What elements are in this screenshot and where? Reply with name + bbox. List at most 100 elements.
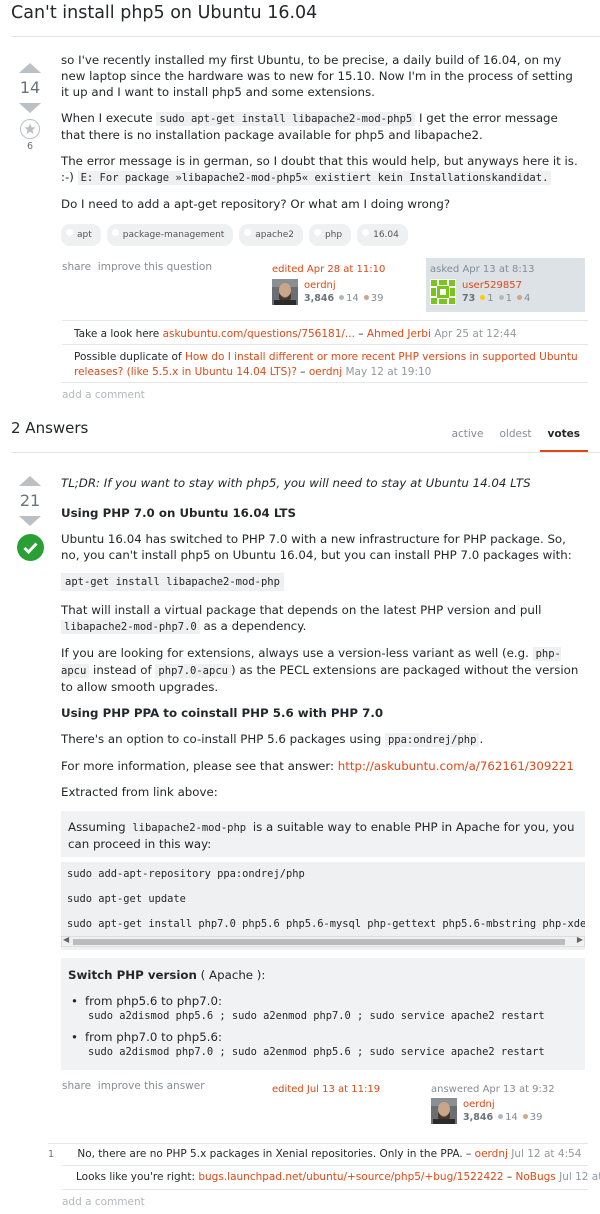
add-comment-link[interactable]: add a comment	[62, 389, 145, 401]
answer-post-menu: share improve this answer	[62, 1080, 205, 1092]
add-comment-link[interactable]: add a comment	[62, 1196, 145, 1208]
answers-count: 2 Answers	[11, 419, 89, 437]
question-vote-cell: 14 6	[12, 63, 48, 152]
question-paragraph-4: Do I need to add a apt-get repository? O…	[61, 197, 451, 211]
question-body: so I've recently installed my first Ubun…	[61, 52, 581, 246]
comment-divider	[62, 1189, 588, 1190]
bronze-badge-icon	[522, 1114, 528, 1119]
horizontal-scrollbar[interactable]: ◀ ▶	[61, 935, 585, 947]
list-item: • from php7.0 to php5.6: sudo a2dismod p…	[71, 1030, 545, 1058]
question-paragraph-3: The error message is in german, so I dou…	[61, 154, 578, 185]
answer-paragraph-6: Extracted from link above:	[61, 785, 218, 799]
command-2: sudo apt-get update	[61, 893, 585, 905]
answers-divider	[11, 452, 600, 453]
accepted-check-icon	[16, 534, 44, 561]
downvote-icon[interactable]	[19, 516, 41, 526]
answer-heading-2: Using PHP PPA to coinstall PHP 5.6 with …	[61, 706, 384, 720]
upvote-icon[interactable]	[19, 63, 41, 73]
comment-item: Possible duplicate of How do I install d…	[74, 351, 578, 378]
blockquote: Assuming libapache2-mod-php is a suitabl…	[61, 811, 585, 857]
answer-body: TL;DR: If you want to stay with php5, yo…	[61, 475, 581, 810]
answer-paragraph-4: There's an option to co-install PHP 5.6 …	[61, 732, 484, 747]
command-1: sudo add-apt-repository ppa:ondrej/php	[61, 868, 585, 880]
upvote-icon[interactable]	[19, 476, 41, 486]
tab-oldest[interactable]: oldest	[491, 424, 539, 452]
silver-badge-icon	[498, 1114, 504, 1119]
answer-edited-time[interactable]: edited Jul 13 at 11:19	[272, 1083, 380, 1096]
silver-badge-icon	[339, 295, 345, 300]
tag-apt[interactable]: apt	[61, 224, 101, 246]
answer-paragraph-3: If you are looking for extensions, alway…	[61, 646, 579, 694]
comment-divider	[62, 1165, 588, 1166]
downvote-icon[interactable]	[19, 103, 41, 113]
asker-avatar[interactable]	[430, 279, 456, 305]
question-editor-signature: edited Apr 28 at 11:10 oerdnj 3,846 14 39	[272, 263, 385, 305]
tag-list: apt package-management apache2 php 16.04	[61, 224, 581, 246]
inline-code: E: For package »libapache2-mod-php5« exi…	[77, 171, 552, 185]
comment-link[interactable]: askubuntu.com/questions/756181/...	[163, 328, 355, 340]
answer-score: 21	[19, 491, 41, 510]
editor-reputation: 3,846 14 39	[304, 293, 384, 304]
gold-badge-icon	[480, 295, 486, 300]
improve-answer-link[interactable]: improve this answer	[98, 1080, 205, 1092]
question-title[interactable]: Can't install php5 on Ubuntu 16.04	[11, 3, 317, 23]
comments-divider	[62, 320, 588, 321]
comment-user[interactable]: Ahmed Jerbi	[367, 328, 431, 340]
comment-user[interactable]: oerdnj	[475, 1148, 508, 1160]
improve-question-link[interactable]: improve this question	[98, 261, 212, 273]
asker-name[interactable]: user529857	[462, 279, 530, 292]
comment-item: 1 No, there are no PHP 5.x packages in X…	[48, 1148, 582, 1160]
tag-apache2[interactable]: apache2	[239, 224, 303, 246]
comment-link[interactable]: bugs.launchpad.net/ubuntu/+source/php5/+…	[198, 1171, 503, 1183]
answer-vote-cell: 21	[12, 476, 48, 561]
tag-package-management[interactable]: package-management	[106, 224, 234, 246]
bronze-badge-icon	[363, 295, 369, 300]
editor-avatar[interactable]	[272, 279, 298, 305]
comment-divider	[62, 382, 588, 383]
question-paragraph-1: so I've recently installed my first Ubun…	[61, 53, 573, 99]
tag-16-04[interactable]: 16.04	[357, 224, 408, 246]
bronze-badge-icon	[516, 295, 522, 300]
answer-link[interactable]: http://askubuntu.com/a/762161/309221	[338, 759, 574, 773]
list-item: • from php5.6 to php7.0: sudo a2dismod p…	[71, 994, 545, 1022]
share-link[interactable]: share	[62, 261, 91, 273]
comment-item: Looks like you're right: bugs.launchpad.…	[76, 1171, 600, 1183]
switch-version-quote: Switch PHP version ( Apache ): • from ph…	[61, 958, 585, 1070]
answer-sort-tabs: active oldest votes	[444, 424, 600, 452]
comment-item: Take a look here askubuntu.com/questions…	[74, 328, 517, 340]
edited-time[interactable]: edited Apr 28 at 11:10	[272, 263, 385, 276]
favorite-star-icon[interactable]	[20, 119, 40, 139]
share-link[interactable]: share	[62, 1080, 91, 1092]
command-block: sudo add-apt-repository ppa:ondrej/php s…	[61, 862, 585, 950]
silver-badge-icon	[498, 295, 504, 300]
question-score: 14	[19, 78, 41, 97]
comment-user[interactable]: NoBugs	[515, 1171, 555, 1183]
editor-name[interactable]: oerdnj	[304, 279, 384, 292]
answered-time: answered Apr 13 at 9:32	[431, 1084, 555, 1095]
title-divider	[11, 36, 600, 37]
author-name[interactable]: oerdnj	[463, 1098, 543, 1111]
question-paragraph-2: When I execute sudo apt-get install liba…	[61, 111, 558, 142]
question-owner-signature: asked Apr 13 at 8:13 user529857 73 1 1 4	[426, 258, 585, 312]
question-post-menu: share improve this question	[62, 261, 212, 273]
scroll-left-icon[interactable]: ◀	[63, 935, 69, 944]
answer-paragraph-1: Ubuntu 16.04 has switched to PHP 7.0 wit…	[61, 532, 572, 562]
tab-active[interactable]: active	[444, 424, 492, 452]
switch-title: Switch PHP version	[68, 968, 197, 982]
comment-user[interactable]: oerdnj	[309, 366, 342, 378]
code-block: apt-get install libapache2-mod-php	[61, 573, 284, 591]
author-reputation: 3,846 14 39	[463, 1112, 543, 1123]
command-3: sudo apt-get install php7.0 php5.6 php5.…	[61, 918, 585, 930]
author-avatar[interactable]	[431, 1098, 457, 1124]
comment-divider	[62, 344, 588, 345]
scrollbar-thumb[interactable]	[73, 939, 565, 945]
comments-divider	[48, 1143, 588, 1144]
answer-tldr: TL;DR: If you want to stay with php5, yo…	[61, 476, 531, 490]
answer-heading-1: Using PHP 7.0 on Ubuntu 16.04 LTS	[61, 506, 296, 520]
tag-php[interactable]: php	[308, 224, 352, 246]
favorite-count: 6	[26, 141, 34, 152]
answer-owner-signature: answered Apr 13 at 9:32 oerdnj 3,846 14 39	[431, 1083, 581, 1124]
scroll-right-icon[interactable]: ▶	[577, 935, 583, 944]
comment-score: 1	[48, 1149, 55, 1160]
tab-votes[interactable]: votes	[539, 424, 588, 452]
